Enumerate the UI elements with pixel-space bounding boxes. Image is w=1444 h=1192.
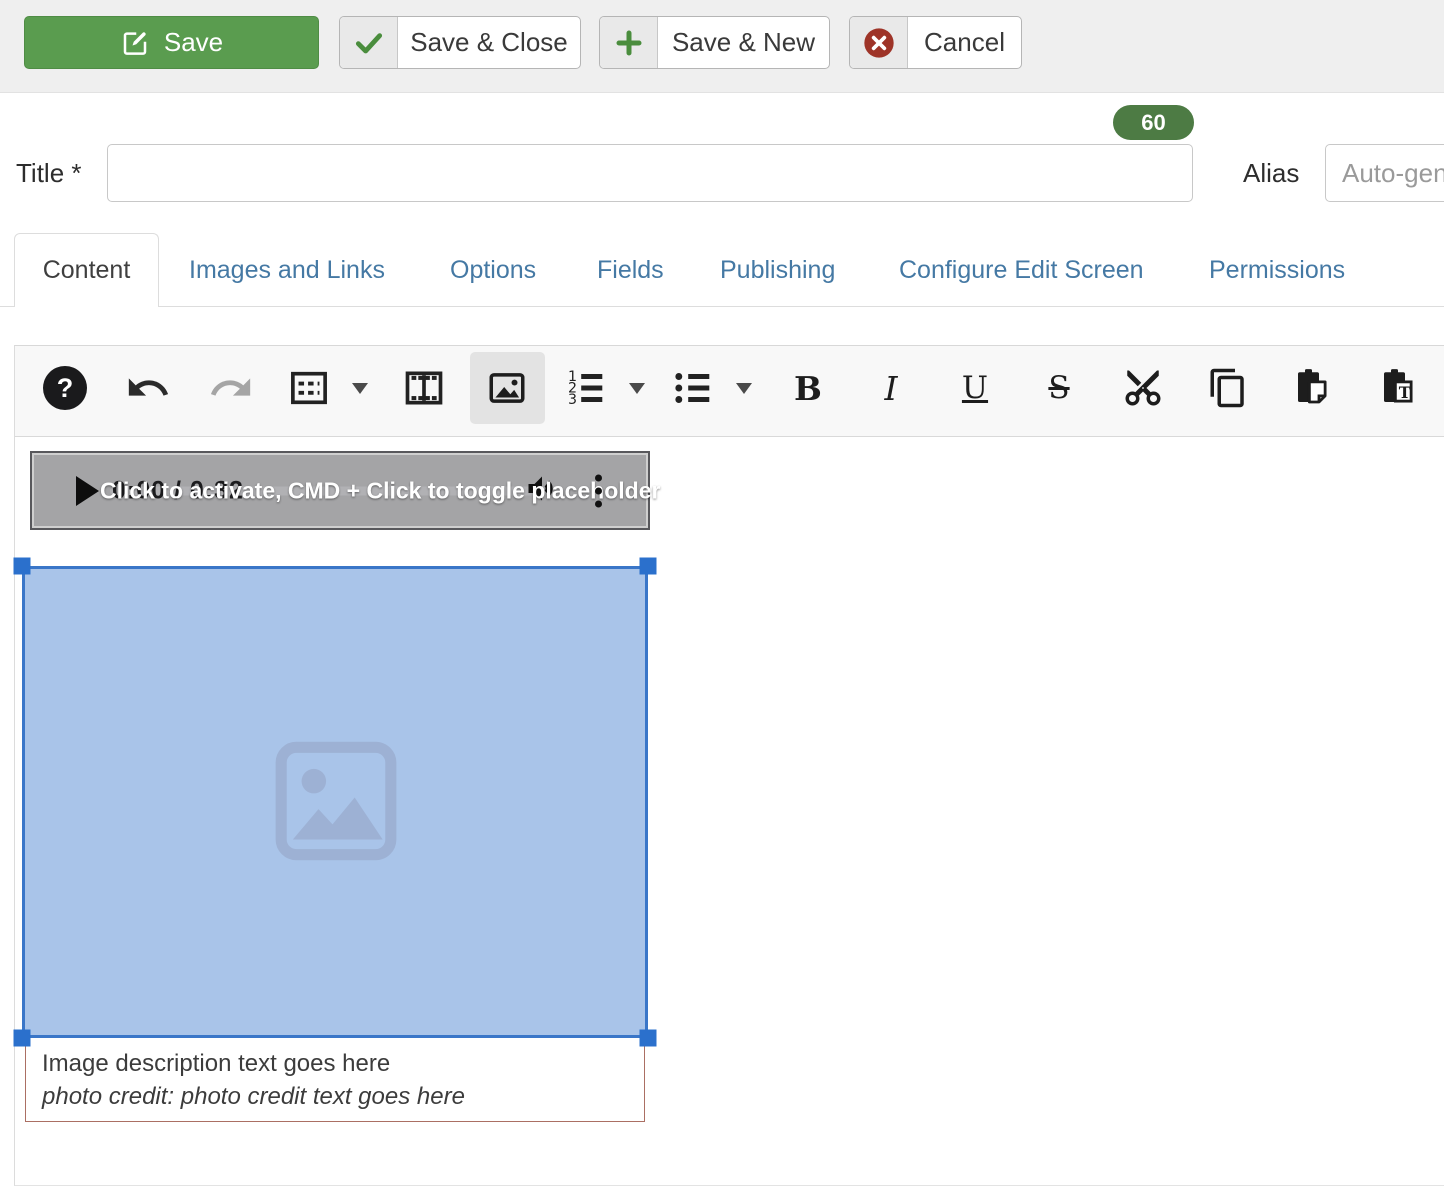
tab-permissions[interactable]: Permissions (1209, 256, 1345, 285)
caret-down-icon (629, 383, 645, 394)
edit-pencil-icon (120, 28, 150, 58)
title-label: Title * (16, 158, 82, 189)
save-and-close-button[interactable]: Save & Close (339, 16, 581, 69)
undo-icon[interactable] (124, 352, 172, 424)
svg-text:3: 3 (568, 392, 577, 408)
title-input[interactable] (107, 144, 1193, 202)
save-button[interactable]: Save (24, 16, 319, 69)
save-and-new-button[interactable]: Save & New (599, 16, 830, 69)
alias-label: Alias (1243, 158, 1299, 189)
ordered-list-icon[interactable]: 1 2 3 (562, 352, 610, 424)
unordered-list-dropdown-caret[interactable] (733, 352, 755, 424)
paste-as-text-icon[interactable]: T (1374, 352, 1422, 424)
ordered-list-dropdown-caret[interactable] (626, 352, 648, 424)
bold-glyph: B (794, 369, 822, 408)
cancel-x-icon (850, 17, 908, 68)
help-icon[interactable]: ? (41, 352, 89, 424)
tab-options[interactable]: Options (450, 256, 536, 285)
caret-down-icon (736, 383, 752, 394)
alias-input[interactable] (1325, 144, 1444, 202)
copy-icon[interactable] (1204, 352, 1252, 424)
cut-icon[interactable] (1119, 352, 1167, 424)
title-char-counter-badge: 60 (1113, 105, 1194, 140)
image-placeholder-icon (256, 731, 416, 876)
play-icon[interactable] (76, 476, 99, 506)
bold-icon[interactable]: B (784, 352, 832, 424)
save-and-close-label: Save & Close (398, 17, 580, 68)
insert-image-icon[interactable] (483, 352, 531, 424)
underline-icon[interactable]: U (951, 352, 999, 424)
table-dropdown-caret[interactable] (349, 352, 371, 424)
italic-icon[interactable]: I (867, 352, 915, 424)
cancel-label: Cancel (908, 17, 1021, 68)
tab-fields[interactable]: Fields (597, 256, 664, 285)
tab-content[interactable]: Content (14, 233, 159, 307)
unordered-list-icon[interactable] (669, 352, 717, 424)
caret-down-icon (352, 383, 368, 394)
save-button-label: Save (164, 27, 223, 58)
placeholder-overlay-text: Click to activate, CMD + Click to toggle… (100, 477, 590, 504)
resize-handle-bottom-right[interactable] (640, 1030, 657, 1047)
figure-caption[interactable]: Image description text goes here photo c… (42, 1047, 465, 1113)
tab-configure-edit-screen[interactable]: Configure Edit Screen (899, 256, 1144, 285)
resize-handle-bottom-left[interactable] (14, 1030, 31, 1047)
paste-icon[interactable] (1288, 352, 1336, 424)
question-mark-glyph: ? (43, 366, 87, 410)
italic-glyph: I (884, 369, 897, 408)
resize-handle-top-left[interactable] (14, 558, 31, 575)
svg-text:T: T (1399, 383, 1411, 402)
tabs-divider (0, 306, 1444, 307)
tab-publishing[interactable]: Publishing (720, 256, 835, 285)
strikethrough-glyph: S (1048, 370, 1069, 406)
media-icon[interactable] (400, 352, 448, 424)
article-edit-screen: Save Save & Close Save & New Cancel Titl… (0, 0, 1444, 1192)
save-and-new-label: Save & New (658, 17, 829, 68)
redo-icon[interactable] (207, 352, 255, 424)
strikethrough-icon[interactable]: S (1035, 352, 1083, 424)
tab-images-and-links[interactable]: Images and Links (189, 256, 385, 285)
table-icon[interactable] (285, 352, 333, 424)
underline-glyph: U (962, 370, 988, 406)
plus-icon (600, 17, 658, 68)
photo-credit-text[interactable]: photo credit: photo credit text goes her… (42, 1080, 465, 1113)
action-toolbar: Save Save & Close Save & New Cancel (0, 0, 1444, 93)
resize-handle-top-right[interactable] (640, 558, 657, 575)
audio-player-placeholder[interactable]: 0:00 / 0:32 Click to activate, CMD + Cli… (30, 451, 650, 530)
checkmark-icon (340, 17, 398, 68)
image-description-text[interactable]: Image description text goes here (42, 1047, 465, 1080)
audio-menu-kebab-icon[interactable] (595, 474, 602, 507)
cancel-button[interactable]: Cancel (849, 16, 1022, 69)
